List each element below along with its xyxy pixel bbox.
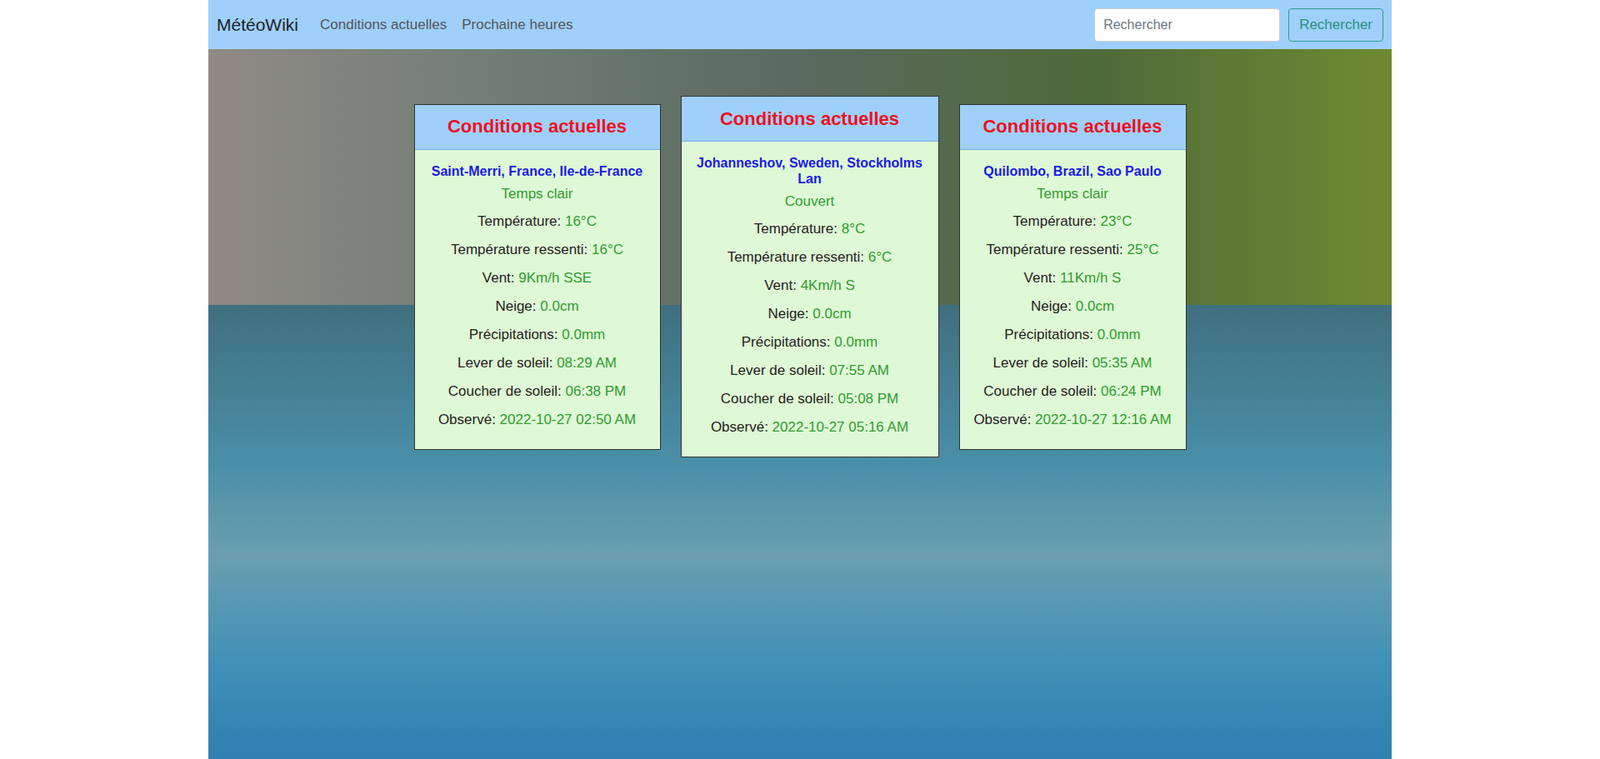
card-title: Conditions actuelles	[960, 105, 1186, 150]
field-value: 25°C	[1127, 241, 1160, 258]
brand-link[interactable]: MétéoWiki	[216, 15, 299, 35]
location: Johanneshov, Sweden, Stockholms Lan	[681, 141, 939, 190]
field-row: Température ressenti: 6°C	[681, 243, 939, 272]
field-label: Observé:	[438, 411, 500, 428]
field-value: 06:24 PM	[1100, 383, 1162, 400]
field-row: Précipitations: 0.0mm	[960, 320, 1186, 350]
location: Quilombo, Brazil, Sao Paulo	[960, 150, 1186, 183]
weather-card: Conditions actuellesSaint-Merri, France,…	[414, 104, 661, 450]
field-value: 6°C	[868, 249, 893, 265]
field-row: Température ressenti: 16°C	[415, 235, 660, 265]
field-value: 16°C	[565, 213, 597, 230]
field-label: Neige:	[1030, 298, 1076, 315]
field-row: Précipitations: 0.0mm	[415, 320, 660, 350]
field-label: Lever de soleil:	[730, 362, 830, 379]
field-value: 23°C	[1100, 213, 1132, 230]
field-value: 2022-10-27 02:50 AM	[500, 411, 637, 428]
field-row: Neige: 0.0cm	[960, 292, 1186, 321]
field-label: Neige:	[767, 305, 813, 322]
background-photo: Conditions actuellesSaint-Merri, France,…	[208, 49, 1392, 759]
field-row: Coucher de soleil: 06:24 PM	[960, 377, 1186, 406]
field-value: 07:55 AM	[829, 362, 890, 379]
field-label: Précipitations:	[469, 326, 563, 343]
field-label: Vent:	[482, 270, 519, 286]
field-label: Vent:	[1024, 270, 1060, 286]
field-value: 06:38 PM	[565, 383, 627, 400]
nav-link[interactable]: Prochaine heures	[461, 16, 573, 34]
field-label: Observé:	[973, 411, 1035, 428]
field-row: Neige: 0.0cm	[681, 300, 939, 329]
field-label: Température:	[477, 213, 565, 230]
navbar: MétéoWiki Conditions actuelles Prochaine h…	[208, 0, 1392, 50]
field-value: 0.0mm	[834, 334, 878, 350]
search-input[interactable]	[1094, 8, 1280, 42]
weather-card: Conditions actuellesJohanneshov, Sweden,…	[680, 95, 940, 458]
field-row: Vent: 11Km/h S	[960, 264, 1186, 293]
field-row: Lever de soleil: 05:35 AM	[960, 349, 1186, 378]
condition: Couvert	[681, 190, 939, 215]
field-label: Température:	[754, 220, 842, 237]
condition: Temps clair	[415, 182, 660, 208]
field-label: Coucher de soleil:	[983, 383, 1101, 400]
field-row: Observé: 2022-10-27 05:16 AM	[681, 413, 939, 442]
card-title: Conditions actuelles	[415, 105, 660, 150]
field-label: Neige:	[495, 298, 540, 315]
field-value: 8°C	[841, 220, 866, 237]
field-label: Vent:	[764, 277, 800, 294]
field-row: Vent: 4Km/h S	[681, 271, 939, 300]
card-title: Conditions actuelles	[681, 96, 939, 142]
nav-link[interactable]: Conditions actuelles	[320, 16, 447, 34]
field-value: 0.0cm	[540, 298, 579, 315]
field-row: Précipitations: 0.0mm	[681, 328, 939, 357]
location: Saint-Merri, France, Ile-de-France	[415, 150, 660, 183]
field-row: Coucher de soleil: 05:08 PM	[681, 385, 939, 414]
field-value: 2022-10-27 05:16 AM	[772, 419, 910, 435]
field-value: 11Km/h S	[1060, 270, 1121, 286]
field-value: 08:29 AM	[556, 355, 617, 371]
field-value: 05:08 PM	[838, 390, 900, 407]
field-row: Lever de soleil: 07:55 AM	[681, 356, 939, 385]
field-row: Température: 8°C	[681, 215, 939, 244]
condition: Temps clair	[960, 182, 1186, 208]
field-value: 4Km/h S	[800, 277, 855, 294]
card-list: Conditions actuellesSaint-Merri, France,…	[414, 95, 1187, 458]
field-value: 0.0mm	[561, 326, 605, 343]
field-value: 16°C	[591, 241, 624, 258]
field-row: Observé: 2022-10-27 12:16 AM	[960, 405, 1186, 435]
field-label: Lever de soleil:	[993, 355, 1093, 371]
field-row: Température ressenti: 25°C	[960, 235, 1186, 265]
field-label: Précipitations:	[1004, 326, 1098, 343]
field-row: Vent: 9Km/h SSE	[415, 264, 660, 293]
weather-card: Conditions actuellesQuilombo, Brazil, Sa…	[959, 104, 1187, 450]
field-value: 0.0cm	[812, 305, 851, 322]
field-label: Lever de soleil:	[457, 355, 557, 371]
field-value: 2022-10-27 12:16 AM	[1035, 411, 1172, 428]
field-label: Température:	[1013, 213, 1101, 230]
field-row: Température: 16°C	[415, 207, 660, 236]
search-form: Rechercher	[1094, 8, 1384, 42]
search-button[interactable]: Rechercher	[1288, 8, 1384, 42]
field-label: Température ressenti:	[727, 249, 869, 265]
field-value: 0.0mm	[1097, 326, 1141, 343]
field-value: 9Km/h SSE	[518, 270, 592, 286]
field-label: Coucher de soleil:	[448, 383, 566, 400]
field-row: Lever de soleil: 08:29 AM	[415, 349, 660, 378]
field-label: Précipitations:	[741, 334, 835, 350]
field-label: Coucher de soleil:	[720, 390, 839, 407]
field-value: 05:35 AM	[1092, 355, 1153, 371]
field-label: Observé:	[710, 419, 773, 435]
field-label: Température ressenti:	[450, 241, 592, 258]
field-row: Observé: 2022-10-27 02:50 AM	[415, 405, 660, 435]
field-value: 0.0cm	[1075, 298, 1115, 315]
field-row: Coucher de soleil: 06:38 PM	[415, 377, 660, 406]
field-row: Neige: 0.0cm	[415, 292, 660, 321]
field-row: Température: 23°C	[960, 207, 1186, 236]
field-label: Température ressenti:	[985, 241, 1127, 258]
